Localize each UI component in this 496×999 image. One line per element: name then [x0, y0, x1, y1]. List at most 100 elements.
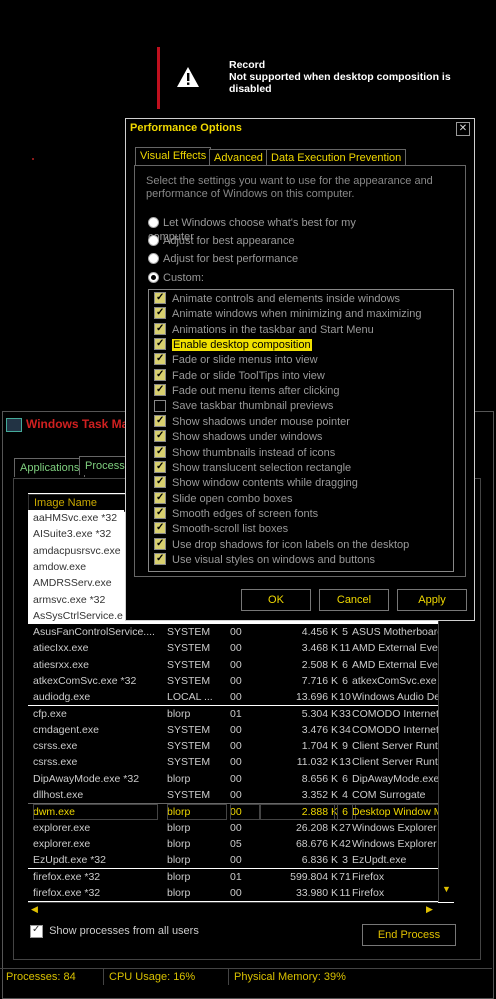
checkbox-icon[interactable] — [154, 305, 166, 320]
checkbox-icon[interactable] — [154, 321, 166, 336]
tab-applications[interactable]: Applications — [14, 458, 86, 477]
horizontal-scrollbar[interactable]: ◀ ▶ — [28, 902, 438, 917]
scroll-right-icon[interactable]: ▶ — [426, 904, 433, 915]
table-row[interactable]: firefox.exe *32 blorp 01 599.804 K 71 Firefox — [28, 868, 438, 885]
table-row[interactable]: csrss.exe SYSTEM 00 11.032 K 13 Client Server… — [28, 754, 438, 771]
effect-option[interactable]: Show thumbnails instead of icons — [154, 444, 335, 461]
effect-option[interactable]: Enable desktop composition — [154, 336, 312, 353]
effect-option[interactable]: Show shadows under windows — [154, 428, 322, 445]
radio-best-performance[interactable]: Adjust for best performance — [148, 252, 388, 266]
process-cpu: 00 — [230, 674, 242, 687]
effect-option[interactable]: Animations in the taskbar and Start Menu — [154, 321, 374, 338]
checkbox-icon[interactable] — [154, 474, 166, 489]
notification-title: Record — [229, 59, 266, 71]
performance-options-title[interactable]: Performance Options — [128, 121, 472, 135]
checkbox-icon[interactable] — [154, 367, 166, 382]
radio-custom[interactable]: Custom: — [148, 271, 388, 285]
table-row[interactable]: aaHMSvc.exe *32 — [28, 510, 124, 527]
process-description: COM Surrogate — [352, 789, 426, 801]
table-row[interactable]: EzUpdt.exe *32 blorp 00 6.836 K 3 EzUpdt.exe — [28, 852, 438, 869]
scroll-down-icon[interactable]: ▼ — [442, 884, 451, 894]
table-row[interactable]: dllhost.exe SYSTEM 00 3.352 K 4 COM Surrogate — [28, 787, 438, 804]
process-name: cfp.exe — [33, 707, 67, 720]
effect-option[interactable]: Smooth edges of screen fonts — [154, 505, 318, 522]
effect-option[interactable]: Use drop shadows for icon labels on the … — [154, 536, 409, 553]
cancel-button[interactable]: Cancel — [319, 589, 389, 611]
effect-option[interactable]: Show shadows under mouse pointer — [154, 413, 350, 430]
table-row[interactable]: AsSysCtrlService.e — [28, 607, 124, 625]
table-row[interactable]: atkexComSvc.exe *32 SYSTEM 00 7.716 K 6 atkex… — [28, 672, 438, 690]
process-description: atkexComSvc.exe — [352, 674, 437, 687]
effect-option[interactable]: Use visual styles on windows and buttons — [154, 551, 375, 568]
checkbox-icon[interactable] — [154, 413, 166, 428]
task-manager-title-bar[interactable]: Windows Task Mar — [6, 415, 133, 433]
effect-option[interactable]: Slide open combo boxes — [154, 490, 292, 507]
table-row[interactable]: AsusFanControlService.... SYSTEM 00 4.456 K… — [28, 624, 438, 641]
process-name: DipAwayMode.exe *32 — [33, 772, 140, 785]
effect-option[interactable]: Fade or slide menus into view — [154, 351, 318, 368]
table-row[interactable]: AISuite3.exe *32 — [28, 526, 124, 543]
table-row[interactable]: cmdagent.exe SYSTEM 00 3.476 K 34 COMODO Inte… — [28, 721, 438, 739]
radio-let-windows-choose[interactable]: Let Windows choose what's best for my co… — [148, 216, 388, 243]
effect-option[interactable]: Fade out menu items after clicking — [154, 382, 340, 399]
checkbox-icon[interactable] — [154, 490, 166, 505]
radio-button-icon[interactable] — [148, 216, 159, 228]
effect-option[interactable]: Show window contents while dragging — [154, 474, 358, 491]
checkbox-icon[interactable] — [154, 428, 166, 443]
table-row[interactable]: firefox.exe *32 blorp 00 33.980 K 11 Firefox — [28, 884, 438, 902]
tab-advanced[interactable]: Advanced — [209, 149, 268, 166]
process-user: blorp — [167, 886, 191, 899]
table-row[interactable]: cfp.exe blorp 01 5.304 K 33 COMODO Internet — [28, 705, 438, 722]
show-all-users-checkbox[interactable] — [30, 924, 43, 938]
checkbox-icon[interactable] — [154, 336, 166, 351]
table-row[interactable]: explorer.exe blorp 05 68.676 K 42 Windows Exp… — [28, 835, 438, 853]
desktop-speck — [32, 158, 34, 160]
process-memory: 6.836 K — [301, 854, 338, 867]
effect-option[interactable]: Smooth-scroll list boxes — [154, 520, 288, 537]
radio-button-icon[interactable] — [148, 252, 159, 264]
effect-option[interactable]: Animate windows when minimizing and maxi… — [154, 305, 421, 322]
effect-label: Show shadows under mouse pointer — [172, 415, 350, 428]
process-user: SYSTEM — [167, 674, 211, 687]
close-icon[interactable]: ✕ — [456, 122, 470, 136]
table-row[interactable]: csrss.exe SYSTEM 00 1.704 K 9 Client Server R… — [28, 738, 438, 755]
apply-button[interactable]: Apply — [397, 589, 467, 611]
visual-effects-list[interactable]: Animate controls and elements inside win… — [148, 289, 454, 572]
table-row[interactable]: DipAwayMode.exe *32 blorp 00 8.656 K 6 DipAwa… — [28, 770, 438, 787]
checkbox-icon[interactable] — [154, 382, 166, 397]
effect-option[interactable]: Animate controls and elements inside win… — [154, 290, 400, 307]
radio-button-icon[interactable] — [148, 271, 159, 283]
checkbox-icon[interactable] — [154, 444, 166, 459]
effect-option[interactable]: Save taskbar thumbnail previews — [154, 399, 333, 414]
process-description: DipAwayMode.exe — [352, 772, 438, 785]
process-user: blorp — [167, 707, 191, 720]
table-row[interactable]: atiecIxx.exe SYSTEM 00 3.468 K 11 AMD Externa… — [28, 640, 438, 657]
table-row[interactable]: amdacpusrsvc.exe — [28, 542, 124, 559]
table-row[interactable]: armsvc.exe *32 — [28, 591, 124, 608]
checkbox-icon[interactable] — [154, 505, 166, 520]
radio-best-appearance[interactable]: Adjust for best appearance — [148, 234, 388, 248]
checkbox-icon[interactable] — [154, 351, 166, 366]
effect-option[interactable]: Fade or slide ToolTips into view — [154, 367, 325, 384]
process-name: EzUpdt.exe *32 — [33, 854, 106, 867]
scroll-left-icon[interactable]: ◀ — [31, 904, 38, 915]
table-row[interactable]: AMDRSServ.exe — [28, 575, 124, 592]
tab-visual-effects[interactable]: Visual Effects — [135, 147, 212, 166]
tab-data-execution-prevention[interactable]: Data Execution Prevention — [266, 149, 407, 166]
checkbox-icon[interactable] — [154, 459, 166, 474]
checkbox-icon[interactable] — [154, 536, 166, 551]
show-all-users-option[interactable]: Show processes from all users — [30, 924, 199, 938]
table-row[interactable]: amdow.exe — [28, 558, 124, 576]
checkbox-icon[interactable] — [154, 399, 166, 412]
table-row[interactable]: audiodg.exe LOCAL ... 00 13.696 K 10 Windows … — [28, 689, 438, 706]
ok-button[interactable]: OK — [241, 589, 311, 611]
end-process-button[interactable]: End Process — [362, 924, 456, 946]
checkbox-icon[interactable] — [154, 290, 166, 305]
table-row[interactable]: explorer.exe blorp 00 26.208 K 27 Windows Exp… — [28, 819, 438, 836]
show-all-users-label: Show processes from all users — [49, 925, 199, 938]
checkbox-icon[interactable] — [154, 551, 166, 566]
radio-button-icon[interactable] — [148, 234, 159, 246]
table-row[interactable]: atiesrxx.exe SYSTEM 00 2.508 K 6 AMD External… — [28, 656, 438, 673]
effect-option[interactable]: Show translucent selection rectangle — [154, 459, 351, 476]
checkbox-icon[interactable] — [154, 520, 166, 535]
